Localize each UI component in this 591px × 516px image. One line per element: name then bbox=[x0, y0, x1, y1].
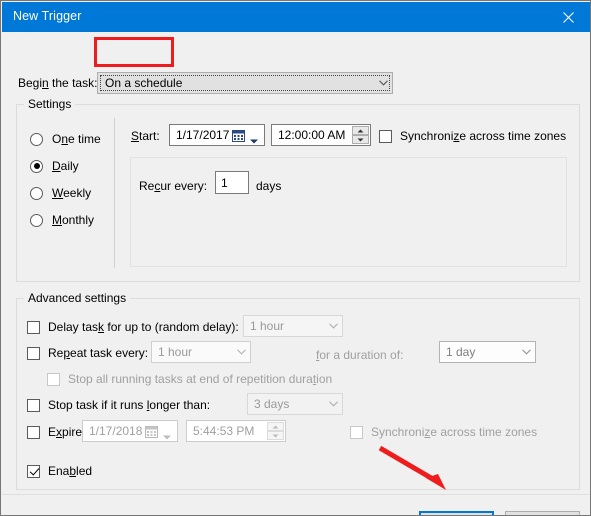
title-bar: New Trigger bbox=[2, 2, 590, 32]
sync-across-time-zones-checkbox[interactable]: Synchronize across time zones bbox=[379, 128, 566, 144]
stop-all-running-tasks-checkbox[interactable]: Stop all running tasks at end of repetit… bbox=[47, 371, 332, 387]
radio-indicator bbox=[30, 159, 43, 173]
radio-daily[interactable]: Daily bbox=[30, 158, 79, 174]
enabled-checkbox[interactable]: Enabled bbox=[27, 463, 92, 479]
bottom-separator bbox=[2, 494, 590, 495]
radio-one-time[interactable]: One time bbox=[30, 131, 101, 147]
repeat-interval-value: 1 hour bbox=[158, 345, 193, 359]
stop-task-label: Stop task if it runs longer than: bbox=[48, 398, 211, 412]
window-title: New Trigger bbox=[13, 9, 82, 23]
repeat-task-checkbox[interactable]: Repeat task every: bbox=[27, 345, 148, 361]
chevron-down-icon bbox=[325, 323, 342, 329]
repeat-task-label: Repeat task every: bbox=[48, 346, 149, 360]
recur-every-input[interactable]: 1 bbox=[215, 171, 249, 194]
chevron-down-icon bbox=[325, 401, 342, 407]
recur-every-value: 1 bbox=[221, 175, 228, 190]
stop-task-if-longer-checkbox[interactable]: Stop task if it runs longer than: bbox=[27, 397, 210, 413]
checkbox-indicator bbox=[27, 346, 40, 360]
new-trigger-dialog: New Trigger Begin the task: On a schedul… bbox=[0, 0, 591, 516]
checkbox-indicator bbox=[27, 320, 40, 334]
checkbox-indicator bbox=[27, 425, 40, 439]
radio-indicator bbox=[30, 132, 43, 146]
spinner-down-icon[interactable] bbox=[267, 431, 284, 440]
advanced-settings-title: Advanced settings bbox=[24, 291, 131, 305]
radio-indicator bbox=[30, 213, 43, 227]
spinner-up-icon[interactable] bbox=[267, 422, 284, 431]
cancel-button[interactable]: Cancel bbox=[505, 511, 580, 515]
start-time-value: 12:00:00 AM bbox=[278, 128, 346, 142]
stop-all-label: Stop all running tasks at end of repetit… bbox=[68, 372, 333, 386]
spinner-up-icon[interactable] bbox=[352, 126, 369, 135]
expire-label: Expire: bbox=[48, 425, 86, 439]
chevron-down-icon bbox=[518, 349, 535, 355]
settings-group-title: Settings bbox=[24, 97, 76, 111]
settings-divider bbox=[114, 118, 115, 268]
start-date-value: 1/17/2017 bbox=[176, 128, 230, 142]
start-label: Start: bbox=[131, 129, 160, 143]
expire-sync-label: Synchronize across time zones bbox=[371, 425, 538, 439]
chevron-down-icon bbox=[233, 349, 250, 355]
expire-date-input[interactable]: 1/17/2018 bbox=[82, 420, 178, 442]
start-time-input[interactable]: 12:00:00 AM bbox=[271, 124, 371, 146]
duration-combo[interactable]: 1 day bbox=[439, 341, 536, 363]
delay-duration-value: 1 hour bbox=[250, 319, 285, 333]
radio-monthly[interactable]: Monthly bbox=[30, 212, 94, 228]
spinner-down-icon[interactable] bbox=[352, 135, 369, 144]
radio-label: Daily bbox=[52, 159, 79, 173]
begin-task-combo[interactable]: On a schedule bbox=[97, 72, 393, 94]
enabled-label: Enabled bbox=[48, 464, 93, 478]
radio-label: Weekly bbox=[52, 186, 92, 200]
checkbox-indicator bbox=[27, 398, 40, 412]
calendar-icon bbox=[232, 129, 245, 145]
dialog-body: Begin the task: On a schedule Settings O… bbox=[2, 32, 590, 515]
close-icon bbox=[562, 11, 574, 23]
checkbox-indicator bbox=[47, 372, 60, 386]
radio-label: Monthly bbox=[52, 213, 95, 227]
expire-sync-across-time-zones-checkbox[interactable]: Synchronize across time zones bbox=[350, 424, 537, 440]
checkbox-indicator bbox=[379, 129, 392, 143]
recur-every-label: Recur every: bbox=[139, 179, 208, 193]
time-spinner[interactable] bbox=[352, 126, 369, 144]
chevron-down-icon[interactable] bbox=[163, 429, 171, 443]
checkbox-indicator bbox=[27, 464, 40, 478]
begin-task-label: Begin the task: bbox=[18, 76, 98, 90]
chevron-down-icon bbox=[375, 80, 392, 86]
expire-time-value: 5:44:53 PM bbox=[193, 424, 255, 438]
duration-value: 1 day bbox=[446, 345, 476, 359]
chevron-down-icon[interactable] bbox=[250, 133, 258, 147]
expire-date-value: 1/17/2018 bbox=[89, 424, 143, 438]
close-button[interactable] bbox=[545, 2, 590, 32]
radio-indicator bbox=[30, 186, 43, 200]
radio-label: One time bbox=[52, 132, 101, 146]
stop-task-duration-combo[interactable]: 3 days bbox=[247, 393, 343, 415]
stop-task-duration-value: 3 days bbox=[254, 397, 290, 411]
time-spinner[interactable] bbox=[267, 422, 284, 440]
repeat-interval-combo[interactable]: 1 hour bbox=[151, 341, 251, 363]
ok-button[interactable]: OK bbox=[419, 511, 494, 515]
start-date-input[interactable]: 1/17/2017 bbox=[169, 124, 265, 146]
recur-unit-label: days bbox=[256, 179, 282, 193]
checkbox-indicator bbox=[350, 425, 363, 439]
delay-duration-combo[interactable]: 1 hour bbox=[243, 315, 343, 337]
delay-task-checkbox[interactable]: Delay task for up to (random delay): bbox=[27, 319, 239, 335]
radio-weekly[interactable]: Weekly bbox=[30, 185, 91, 201]
recurrence-panel bbox=[130, 157, 567, 267]
delay-task-label: Delay task for up to (random delay): bbox=[48, 320, 239, 334]
begin-task-value: On a schedule bbox=[105, 76, 183, 90]
sync-label: Synchronize across time zones bbox=[400, 129, 567, 143]
duration-label: for a duration of: bbox=[316, 348, 404, 362]
calendar-icon bbox=[145, 425, 158, 441]
expire-checkbox[interactable]: Expire: bbox=[27, 424, 85, 440]
expire-time-input[interactable]: 5:44:53 PM bbox=[186, 420, 286, 442]
